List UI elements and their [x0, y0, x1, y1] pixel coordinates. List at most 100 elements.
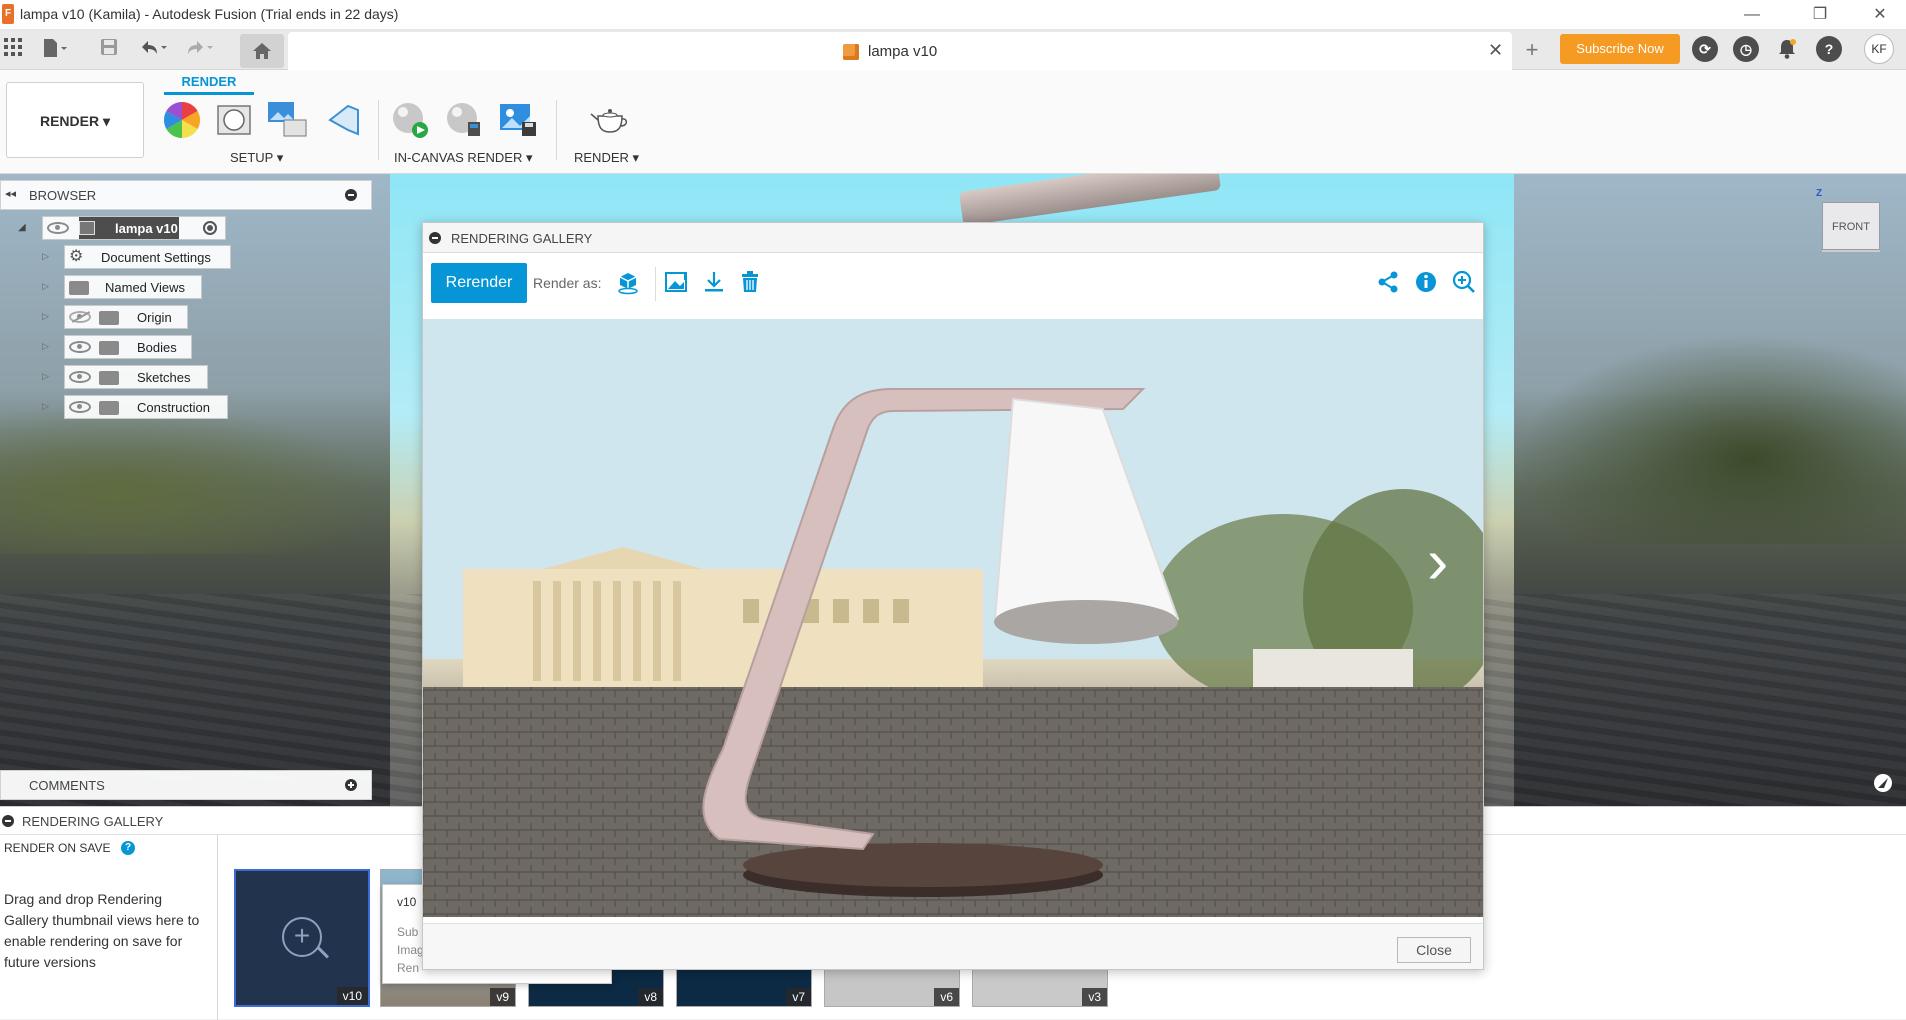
close-window-button[interactable]: ✕: [1868, 4, 1892, 26]
thumbnail-version-label: v9: [490, 988, 515, 1006]
window-title: lampa v10 (Kamila) - Autodesk Fusion (Tr…: [20, 6, 399, 22]
tree-item-label: Origin: [137, 310, 172, 325]
new-tab-button[interactable]: +: [1518, 36, 1546, 64]
navigation-compass-icon[interactable]: [1874, 774, 1892, 792]
delete-trash-icon[interactable]: [737, 269, 765, 297]
rendering-gallery-dialog: RENDERING GALLERY Rerender Render as: › …: [422, 222, 1484, 970]
gear-icon: ⚙: [69, 248, 84, 265]
data-panel-grid-icon[interactable]: [0, 38, 26, 62]
scene-settings-icon[interactable]: [214, 100, 254, 140]
in-canvas-render-icon[interactable]: [390, 100, 430, 140]
collapse-dialog-icon[interactable]: [429, 232, 441, 244]
redo-icon[interactable]: [184, 38, 213, 62]
thumbnail-version-label: v3: [1082, 988, 1107, 1006]
dialog-header[interactable]: RENDERING GALLERY: [423, 223, 1483, 253]
collapse-browser-icon[interactable]: ◂◂: [5, 187, 16, 200]
collapse-gallery-icon[interactable]: [2, 815, 14, 827]
document-tab[interactable]: lampa v10 ✕: [288, 32, 1512, 70]
capture-image-icon[interactable]: [498, 100, 538, 140]
tree-expander-icon[interactable]: ▷: [42, 341, 49, 352]
tree-item-label: Sketches: [137, 370, 191, 385]
gallery-strip-title: RENDERING GALLERY: [22, 814, 164, 829]
tree-expander-icon[interactable]: ◢: [18, 222, 26, 233]
tree-item-document-settings[interactable]: ⚙ Document Settings: [64, 245, 231, 269]
tree-item-named-views[interactable]: Named Views: [64, 275, 202, 299]
dialog-toolbar-separator: [655, 267, 656, 301]
tree-expander-icon[interactable]: ▷: [42, 371, 49, 382]
tree-item-sketches[interactable]: Sketches: [64, 365, 208, 389]
visibility-eye-icon[interactable]: [69, 401, 91, 413]
browser-title: BROWSER: [29, 188, 97, 203]
tree-expander-icon[interactable]: ▷: [42, 401, 49, 412]
in-canvas-render-settings-icon[interactable]: [444, 100, 484, 140]
tooltip-version: v10: [397, 895, 417, 909]
folder-icon: [99, 401, 119, 415]
folder-icon: [99, 311, 119, 325]
render-on-save-help-icon[interactable]: ?: [121, 841, 135, 855]
comments-panel-header[interactable]: COMMENTS: [0, 770, 372, 800]
subscribe-now-button[interactable]: Subscribe Now: [1560, 34, 1680, 64]
info-icon[interactable]: [1413, 269, 1441, 297]
tree-item-bodies[interactable]: Bodies: [64, 335, 192, 359]
tree-root-lampa[interactable]: lampa v10: [42, 216, 226, 240]
in-canvas-render-group-label[interactable]: IN-CANVAS RENDER ▾: [394, 150, 532, 166]
ribbon-toolbar: RENDER ▾ RENDER SETUP ▾ IN-CANVAS RENDER…: [0, 70, 1906, 174]
texture-map-icon[interactable]: [266, 100, 307, 140]
render-group-label[interactable]: RENDER ▾: [574, 150, 639, 166]
tree-item-label: Named Views: [105, 280, 185, 295]
thumbnail-v10[interactable]: + v10: [234, 869, 370, 1007]
tree-expander-icon[interactable]: ▷: [42, 281, 49, 292]
visibility-eye-icon[interactable]: [69, 341, 91, 353]
help-icon[interactable]: ?: [1816, 36, 1842, 62]
visibility-eye-icon[interactable]: [47, 222, 69, 234]
job-status-clock-icon[interactable]: ◷: [1733, 36, 1759, 62]
add-comment-icon[interactable]: [345, 779, 357, 791]
tree-silhouette: [1516, 334, 1906, 544]
tree-item-construction[interactable]: Construction: [64, 395, 228, 419]
title-bar: F lampa v10 (Kamila) - Autodesk Fusion (…: [0, 0, 1906, 30]
extensions-icon[interactable]: ⟳: [1692, 36, 1718, 62]
tree-silhouette: [0, 404, 390, 554]
close-tab-button[interactable]: ✕: [1488, 40, 1503, 61]
render-as-cloud-icon[interactable]: [615, 269, 643, 297]
activate-radio-icon[interactable]: [203, 221, 217, 235]
tab-render[interactable]: RENDER: [164, 74, 254, 89]
tree-item-label: Document Settings: [101, 250, 211, 265]
edit-image-icon[interactable]: [663, 269, 691, 297]
tree-expander-icon[interactable]: ▷: [42, 251, 49, 262]
tree-item-label: Bodies: [137, 340, 177, 355]
file-menu-icon[interactable]: [42, 38, 68, 62]
setup-group-label[interactable]: SETUP ▾: [230, 150, 283, 166]
render-teapot-icon[interactable]: [588, 100, 628, 140]
dialog-footer: [423, 923, 1483, 969]
folder-icon: [69, 281, 89, 295]
share-icon[interactable]: [1375, 269, 1403, 297]
appearance-color-wheel-icon[interactable]: [162, 100, 202, 140]
restore-button[interactable]: ❐: [1808, 4, 1832, 26]
browser-panel-header[interactable]: ◂◂ BROWSER: [0, 180, 372, 210]
close-dialog-button[interactable]: Close: [1397, 937, 1471, 963]
minimize-button[interactable]: —: [1740, 4, 1764, 26]
zoom-in-icon[interactable]: [1451, 269, 1479, 297]
download-icon[interactable]: [701, 269, 729, 297]
thumbnail-version-label: v7: [786, 988, 811, 1006]
comments-title: COMMENTS: [29, 778, 105, 793]
notifications-bell-icon[interactable]: [1776, 38, 1798, 60]
save-icon[interactable]: [96, 38, 122, 62]
tree-item-origin[interactable]: Origin: [64, 305, 188, 329]
toolbar-separator: [378, 100, 379, 160]
folder-icon: [99, 371, 119, 385]
rerender-button[interactable]: Rerender: [431, 263, 527, 303]
zoom-in-thumbnail-icon[interactable]: +: [282, 917, 322, 957]
viewcube[interactable]: FRONT: [1822, 202, 1880, 250]
undo-icon[interactable]: [138, 38, 167, 62]
browser-pin-icon[interactable]: [345, 189, 357, 201]
next-image-chevron-icon[interactable]: ›: [1427, 529, 1448, 593]
tree-expander-icon[interactable]: ▷: [42, 311, 49, 322]
user-avatar[interactable]: KF: [1864, 34, 1894, 64]
decal-icon[interactable]: [324, 100, 364, 140]
workspace-switcher-button[interactable]: RENDER ▾: [6, 82, 144, 158]
rendered-image[interactable]: ›: [423, 319, 1483, 917]
home-icon[interactable]: [240, 34, 284, 68]
visibility-eye-icon[interactable]: [69, 371, 91, 383]
